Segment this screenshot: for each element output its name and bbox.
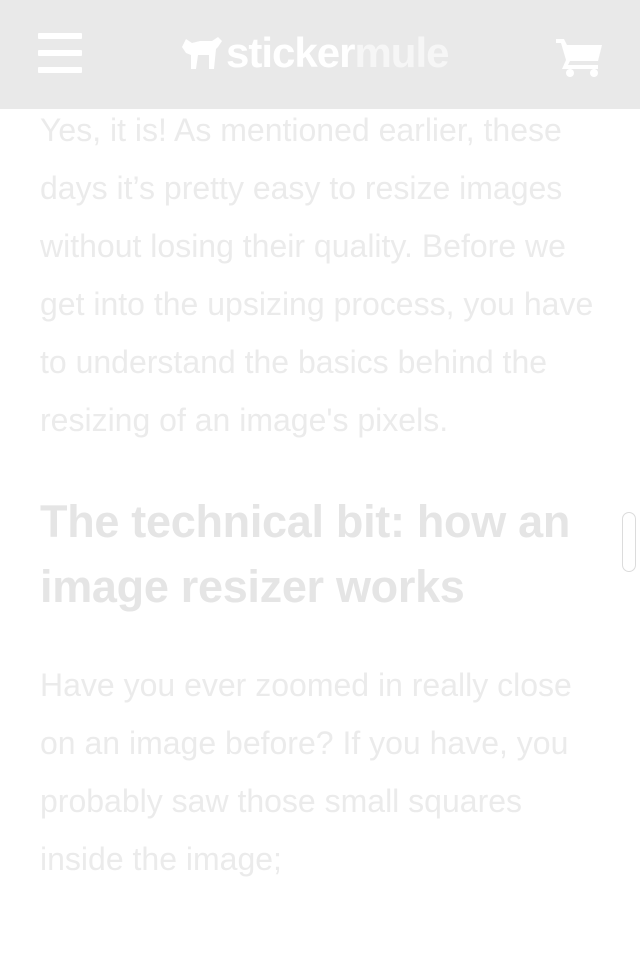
sticker-mule-logo[interactable]: stickermule [180,28,449,78]
scrollbar-thumb[interactable] [622,512,636,572]
shopping-cart-icon[interactable] [556,36,604,78]
logo-text-sticker: sticker [226,29,355,76]
hamburger-menu-icon[interactable] [38,33,82,73]
article-content: Yes, it is! As mentioned earlier, these … [40,110,600,888]
article-paragraph-1: Yes, it is! As mentioned earlier, these … [40,112,594,438]
logo-wordmark: stickermule [226,28,449,78]
mule-logo-icon [182,37,222,69]
logo-text-mule: mule [354,29,449,76]
article-paragraph-2: Have you ever zoomed in really close on … [40,667,572,877]
top-navigation-bar: stickermule [0,0,640,109]
section-heading: The technical bit: how an image resizer … [40,496,571,612]
